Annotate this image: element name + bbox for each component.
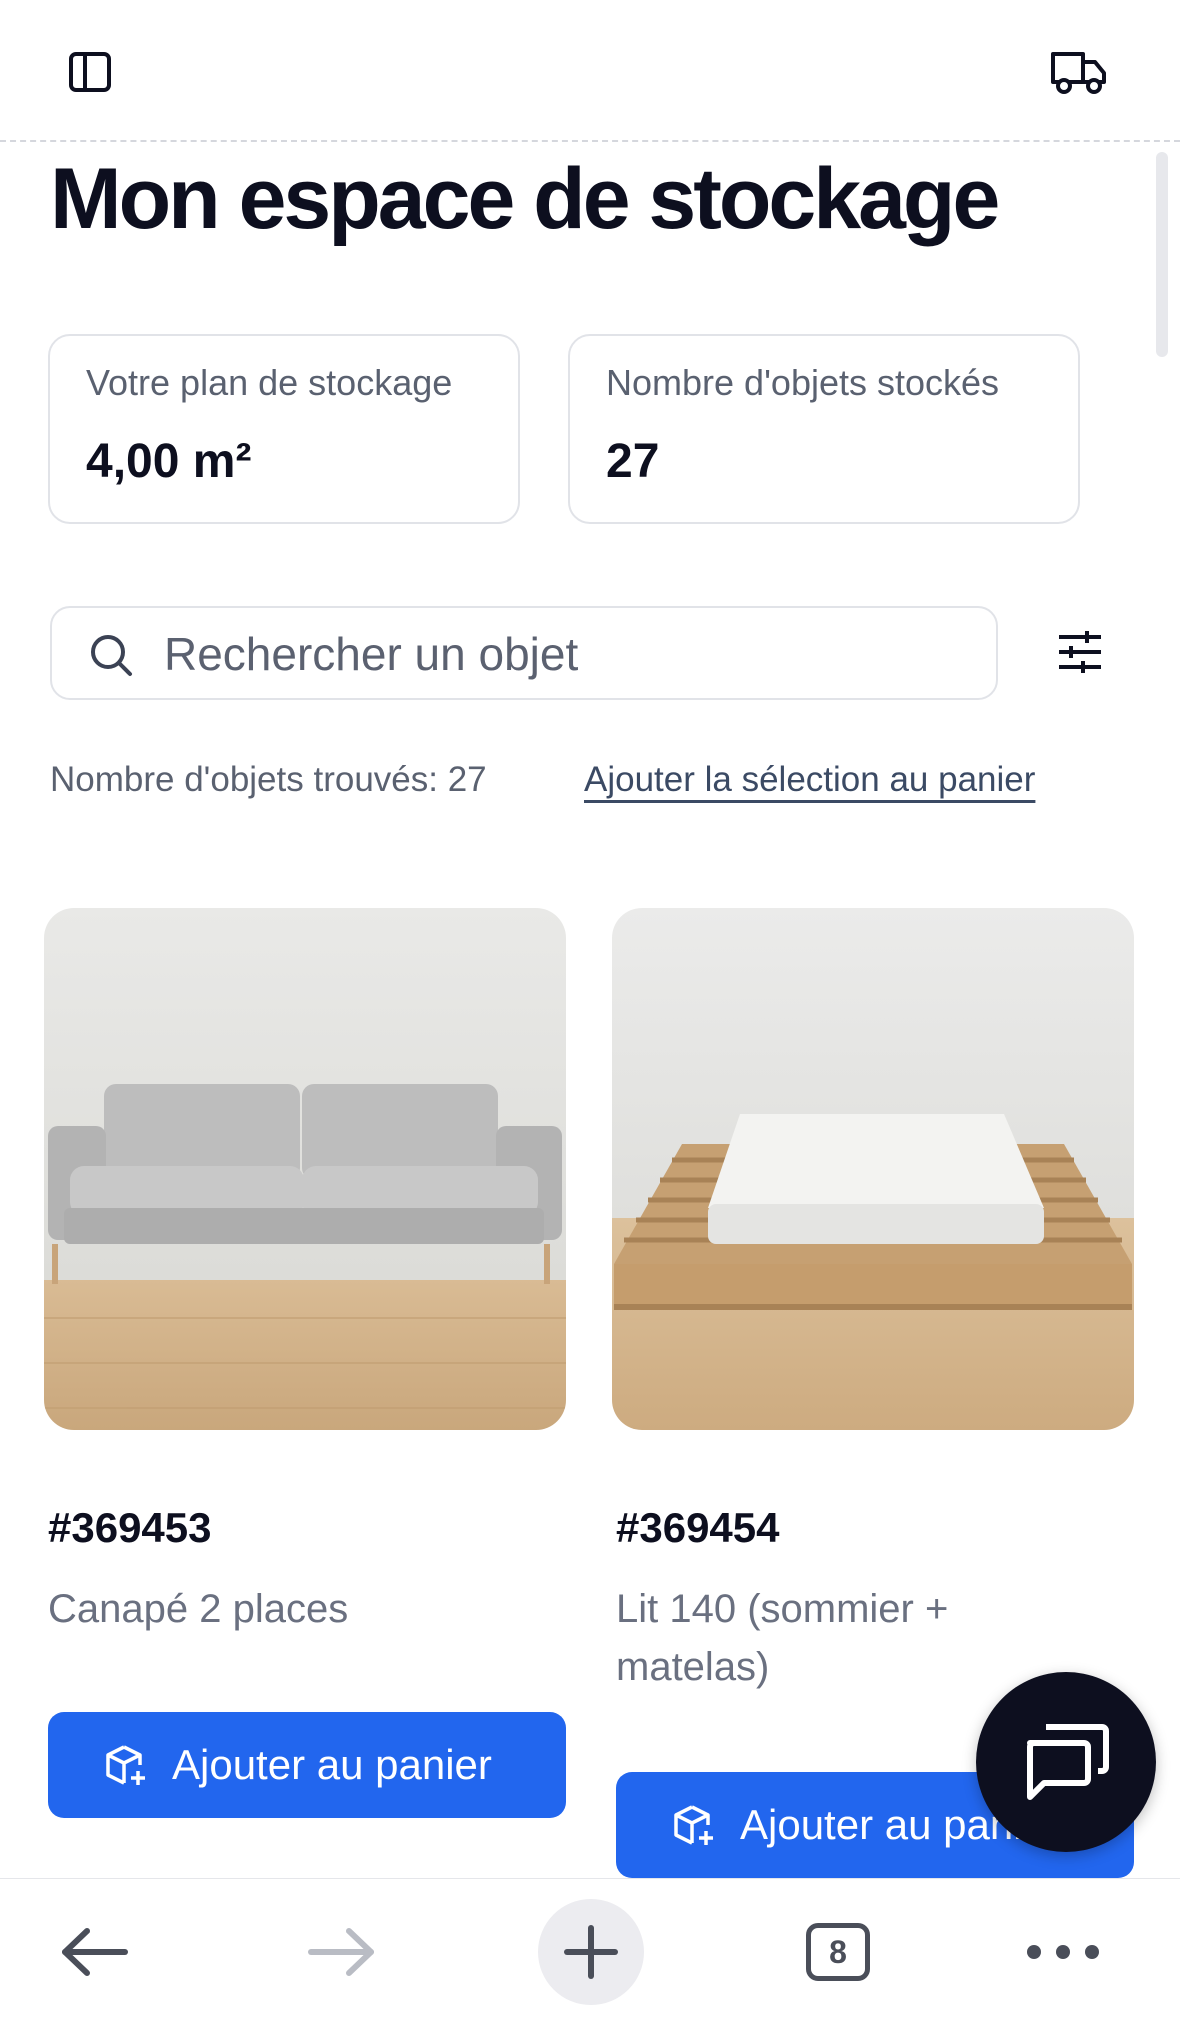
arrow-left-icon [62,1928,128,1976]
product-card: #369454 Lit 140 (sommier + matelas) Ajou… [612,908,1134,1878]
results-count: Nombre d'objets trouvés: 27 [50,760,487,799]
more-dots-icon [1027,1945,1099,1959]
sofa-image [44,908,566,1430]
chat-bubbles-icon [1027,1724,1109,1800]
delivery-button[interactable] [1046,42,1112,100]
product-sku: #369453 [48,1504,212,1551]
search-input[interactable] [162,622,966,686]
storage-plan-card: Votre plan de stockage 4,00 m² [48,334,520,524]
product-card: #369453 Canapé 2 places Ajouter au panie… [44,908,566,1818]
stored-items-value: 27 [606,435,660,488]
header-divider [0,140,1180,142]
search-box [50,606,998,700]
add-to-cart-button[interactable]: Ajouter au panier [48,1712,566,1818]
package-add-icon [674,1805,713,1845]
scrollbar[interactable] [1156,152,1168,357]
search-icon [91,635,132,676]
browser-nav-bar: 8 [0,1878,1180,2025]
more-menu-button[interactable] [1020,1879,1106,2025]
tabs-button[interactable]: 8 [796,1879,880,2025]
product-name: Canapé 2 places [48,1587,349,1631]
product-image[interactable] [612,908,1134,1430]
new-tab-button[interactable] [538,1879,644,2025]
back-button[interactable] [52,1879,136,2025]
plus-icon [564,1925,618,1979]
bed-image [612,908,1134,1430]
sliders-icon [1059,631,1101,673]
add-to-cart-label: Ajouter au panier [172,1741,492,1788]
arrow-right-icon [308,1928,374,1976]
storage-plan-value: 4,00 m² [86,435,252,488]
new-tab-circle [538,1899,644,2005]
product-image[interactable] [44,908,566,1430]
forward-button[interactable] [300,1879,384,2025]
stored-items-card: Nombre d'objets stockés 27 [568,334,1080,524]
sidebar-toggle-icon [69,52,111,92]
product-name: Lit 140 (sommier + matelas) [616,1587,949,1689]
filter-button[interactable] [1050,622,1110,682]
top-bar [0,0,1180,142]
stored-items-label: Nombre d'objets stockés [606,362,1000,403]
add-selection-to-cart-link[interactable]: Ajouter la sélection au panier [584,760,1035,800]
sidebar-toggle-button[interactable] [62,46,118,98]
storage-plan-label: Votre plan de stockage [86,362,453,403]
page-title: Mon espace de stockage [50,151,1000,247]
package-add-icon [106,1745,145,1785]
chat-button[interactable] [976,1672,1156,1852]
tab-count: 8 [806,1923,870,1981]
truck-icon [1051,52,1106,94]
product-sku: #369454 [616,1504,780,1551]
